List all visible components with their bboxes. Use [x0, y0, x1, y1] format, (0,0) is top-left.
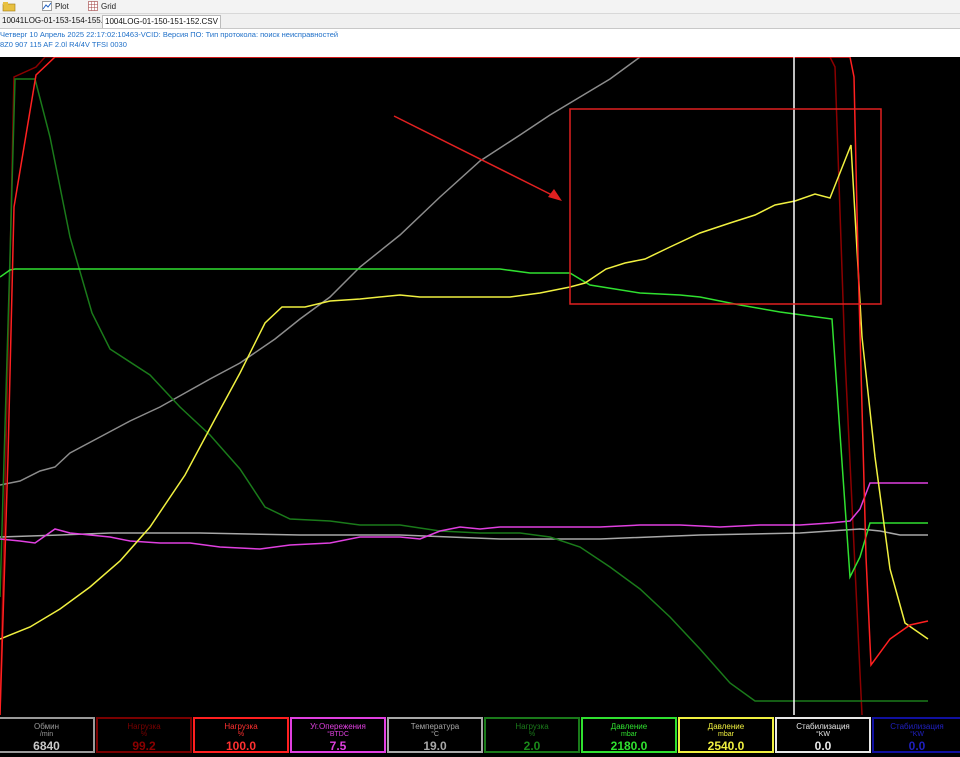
protocol-info: Четверг 10 Апрель 2025 22:17:02:10463-VC…: [0, 29, 960, 57]
gauge-label: Обмин: [33, 722, 59, 731]
plot-button[interactable]: Plot: [42, 0, 69, 12]
file-tabs: 10041LOG-01-153-154-155.CSV 1004LOG-01-1…: [0, 14, 960, 29]
gauge-value: 99.2: [132, 739, 156, 753]
gauge-label: Уг.Опережения: [310, 722, 366, 731]
grid-icon: [88, 1, 98, 11]
gauge-label: Давление: [707, 722, 745, 731]
gauge-stabilization[interactable]: Стабилизация °KW 0.0: [775, 717, 871, 753]
plot-label: Plot: [55, 1, 69, 11]
pressure-series-line: [0, 268, 928, 580]
gauge-pressure-yellow[interactable]: Давление mbar 2540.0: [678, 717, 774, 753]
protocol-line-1: Четверг 10 Апрель 2025 22:17:02:10463-VC…: [0, 30, 339, 39]
load-green-dark-series-line: [0, 78, 928, 702]
gauge-label: Стабилизация: [890, 722, 944, 731]
gauge-label: Нагрузка: [127, 722, 161, 731]
gauge-value: 0.0: [908, 739, 926, 753]
gauge-stabilization-2[interactable]: Стабилизация °KW 0.0: [872, 717, 960, 753]
gauge-unit: °BTDC: [327, 731, 349, 738]
log-plot-area[interactable]: [0, 57, 960, 715]
gauge-label: Нагрузка: [515, 722, 549, 731]
gauge-strip: Обмин /min 6840 Нагрузка % 99.2 Нагрузка…: [0, 715, 960, 757]
toolbar: Plot Grid: [0, 0, 960, 14]
gauge-load-dark[interactable]: Нагрузка % 99.2: [96, 717, 192, 753]
gauge-label: Температура: [410, 722, 460, 731]
gauge-ignition[interactable]: Уг.Опережения °BTDC 7.5: [290, 717, 386, 753]
rpm-series-line: [0, 57, 641, 486]
gauge-unit: %: [140, 731, 148, 738]
gauge-unit: °C: [431, 731, 439, 738]
load-dark-series-line: [0, 57, 863, 715]
gauge-unit: %: [237, 731, 245, 738]
temperature-series-line: [0, 528, 928, 540]
gauge-value: 19.0: [423, 739, 447, 753]
tab-file-2[interactable]: 1004LOG-01-150-151-152.CSV: [102, 15, 221, 28]
gauge-pressure[interactable]: Давление mbar 2180.0: [581, 717, 677, 753]
grid-label: Grid: [101, 1, 117, 11]
gauge-label: Стабилизация: [796, 722, 850, 731]
load-series-line: [0, 57, 929, 715]
gauge-temperature[interactable]: Температура °C 19.0: [387, 717, 483, 753]
gauge-unit: /min: [39, 731, 54, 738]
plot-icon: [42, 1, 52, 11]
gauge-value: 2180.0: [610, 739, 648, 753]
gauge-load[interactable]: Нагрузка % 100.0: [193, 717, 289, 753]
gauge-rpm[interactable]: Обмин /min 6840: [0, 717, 95, 753]
gauge-unit: mbar: [621, 731, 637, 738]
gauge-label: Давление: [610, 722, 648, 731]
annotation-arrow-head: [548, 189, 562, 201]
grid-button[interactable]: Grid: [88, 0, 116, 12]
gauge-unit: °KW: [815, 731, 831, 738]
gauge-load-green[interactable]: Нагрузка % 2.0: [484, 717, 580, 753]
gauge-value: 100.0: [225, 739, 257, 753]
gauge-value: 2540.0: [707, 739, 745, 753]
annotation-arrow-line: [393, 115, 557, 198]
plot-svg: [0, 57, 929, 715]
gauge-unit: °KW: [909, 731, 925, 738]
gauge-label: Нагрузка: [224, 722, 258, 731]
folder-icon: [2, 1, 16, 11]
gauge-value: 0.0: [814, 739, 832, 753]
gauge-unit: mbar: [718, 731, 734, 738]
gauge-value: 7.5: [329, 739, 347, 753]
gauge-value: 6840: [33, 739, 60, 753]
protocol-line-2: 8Z0 907 115 AF 2.0l R4/4V TFSI 0030: [0, 40, 127, 49]
pressure-yellow-series-line: [0, 144, 929, 640]
highlight-box: [569, 108, 882, 305]
gauge-value: 2.0: [523, 739, 541, 753]
gauge-unit: %: [528, 731, 536, 738]
open-folder-button[interactable]: [2, 0, 16, 12]
